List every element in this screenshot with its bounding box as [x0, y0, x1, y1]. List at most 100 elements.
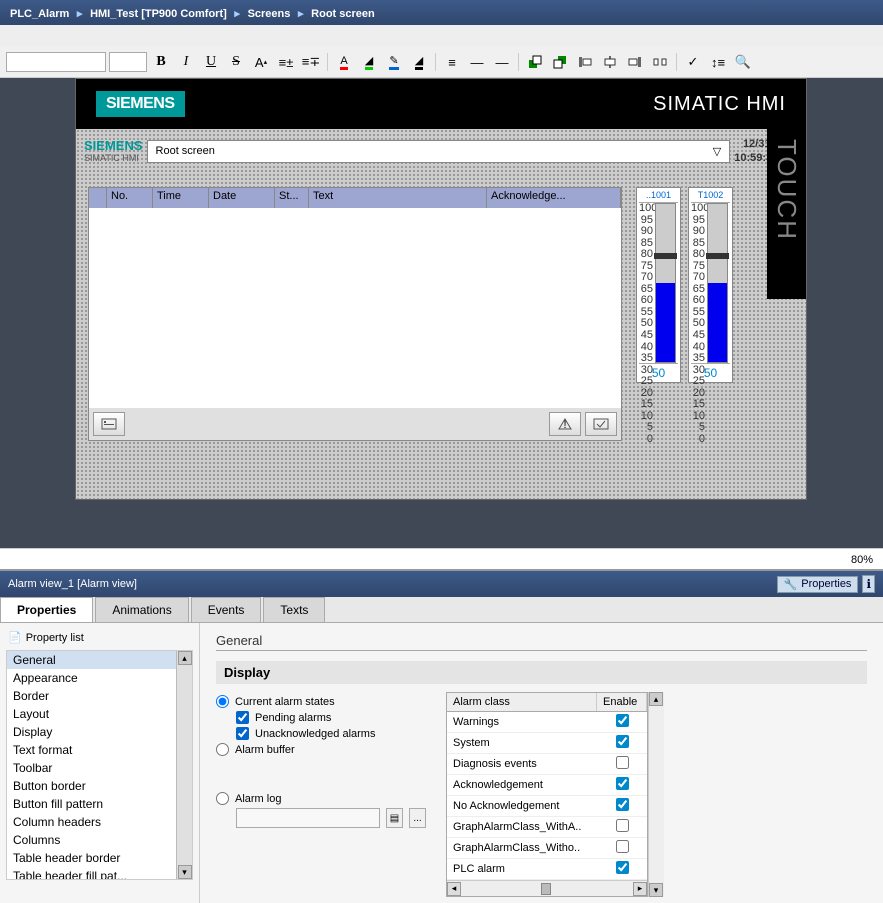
property-list-item[interactable]: Text format: [7, 741, 192, 759]
bold-button[interactable]: B: [150, 51, 172, 73]
alarm-col-no[interactable]: No.: [107, 188, 153, 208]
align-button[interactable]: ≡: [441, 51, 463, 73]
align-center-button[interactable]: [599, 51, 621, 73]
alarm-log-browse-button[interactable]: ...: [409, 808, 426, 828]
distribute-button[interactable]: [649, 51, 671, 73]
tab-properties[interactable]: Properties: [0, 597, 93, 622]
tab-texts[interactable]: Texts: [263, 597, 325, 622]
strikethrough-button[interactable]: S: [225, 51, 247, 73]
superscript-button[interactable]: A▴: [250, 51, 272, 73]
alarm-log-input[interactable]: [236, 808, 380, 828]
checkbox-unack[interactable]: Unacknowledged alarms: [236, 727, 426, 740]
property-list-item[interactable]: Table header border: [7, 849, 192, 867]
properties-tab-button[interactable]: 🔧 Properties: [777, 576, 859, 593]
layer-button-2[interactable]: [549, 51, 571, 73]
property-list-item[interactable]: Appearance: [7, 669, 192, 687]
alarm-class-row[interactable]: PLC alarm: [447, 859, 647, 880]
highlight-button[interactable]: ◢: [358, 51, 380, 73]
align-right-button[interactable]: [624, 51, 646, 73]
scroll-right-icon[interactable]: ▸: [633, 882, 647, 896]
alarm-log-list-button[interactable]: ▤: [386, 808, 403, 828]
screen-canvas[interactable]: SIEMENS SIMATIC HMI TOUCH SIEMENS SIMATI…: [0, 78, 883, 548]
radio-log[interactable]: Alarm log: [216, 792, 426, 805]
scroll-down-icon[interactable]: ▾: [649, 883, 663, 897]
scroll-up-icon[interactable]: ▴: [178, 651, 192, 665]
breadcrumb-item[interactable]: Screens: [248, 8, 291, 20]
property-list-item[interactable]: Display: [7, 723, 192, 741]
alarm-col-indicator[interactable]: [89, 188, 107, 208]
alarm-class-checkbox[interactable]: [616, 714, 629, 727]
hmi-screen-body[interactable]: TOUCH SIEMENS SIMATIC HMI Root screen ▽ …: [76, 129, 806, 499]
size-decrease-button[interactable]: ≡∓: [300, 51, 322, 73]
alarm-class-row[interactable]: Warnings: [447, 712, 647, 733]
radio-buffer-input[interactable]: [216, 743, 229, 756]
alarm-info-button[interactable]: [93, 412, 125, 436]
align-left-button[interactable]: [574, 51, 596, 73]
alarm-col-status[interactable]: St...: [275, 188, 309, 208]
line-color-button[interactable]: ◢: [408, 51, 430, 73]
alarm-col-time[interactable]: Time: [153, 188, 209, 208]
property-list-item[interactable]: Column headers: [7, 813, 192, 831]
screen-dropdown[interactable]: Root screen ▽: [147, 140, 731, 163]
radio-current-states[interactable]: Current alarm states: [216, 695, 426, 708]
scroll-up-icon[interactable]: ▴: [649, 692, 663, 706]
alarm-class-checkbox[interactable]: [616, 777, 629, 790]
alarm-col-text[interactable]: Text: [309, 188, 487, 208]
property-list-item[interactable]: Toolbar: [7, 759, 192, 777]
checkbox-unack-input[interactable]: [236, 727, 249, 740]
gauge-widget[interactable]: T1002 1009590858075706560555045403530252…: [688, 187, 733, 383]
property-list-item[interactable]: Button fill pattern: [7, 795, 192, 813]
alarm-class-checkbox[interactable]: [616, 756, 629, 769]
font-color-button[interactable]: A: [333, 51, 355, 73]
radio-buffer[interactable]: Alarm buffer: [216, 743, 426, 756]
alarm-class-vscrollbar[interactable]: ▴ ▾: [648, 692, 664, 897]
property-list-item[interactable]: Columns: [7, 831, 192, 849]
alarm-class-row[interactable]: Diagnosis events: [447, 754, 647, 775]
scroll-left-icon[interactable]: ◂: [447, 882, 461, 896]
fill-button[interactable]: ✎: [383, 51, 405, 73]
breadcrumb-item[interactable]: Root screen: [311, 8, 375, 20]
alarm-class-hscrollbar[interactable]: ◂ ▸: [447, 880, 647, 896]
alarm-class-row[interactable]: System: [447, 733, 647, 754]
zoom-button[interactable]: 🔍: [732, 51, 754, 73]
property-list-item[interactable]: Layout: [7, 705, 192, 723]
alarm-class-col-header[interactable]: Alarm class: [447, 693, 597, 711]
alarm-class-checkbox[interactable]: [616, 840, 629, 853]
radio-log-input[interactable]: [216, 792, 229, 805]
property-list-header[interactable]: 📄 Property list: [6, 629, 193, 646]
alarm-class-checkbox[interactable]: [616, 798, 629, 811]
tool-button-2[interactable]: ↕≡: [707, 51, 729, 73]
alarm-class-checkbox[interactable]: [616, 819, 629, 832]
font-size-select[interactable]: [109, 52, 147, 72]
underline-button[interactable]: U: [200, 51, 222, 73]
enable-col-header[interactable]: Enable: [597, 693, 647, 711]
tab-events[interactable]: Events: [191, 597, 262, 622]
checkbox-pending[interactable]: Pending alarms: [236, 711, 426, 724]
italic-button[interactable]: I: [175, 51, 197, 73]
size-increase-button[interactable]: ≡±: [275, 51, 297, 73]
property-list-scrollbar[interactable]: ▴ ▾: [176, 651, 192, 879]
alarm-col-ack[interactable]: Acknowledge...: [487, 188, 621, 208]
alarm-col-date[interactable]: Date: [209, 188, 275, 208]
alarm-warning-button[interactable]: !: [549, 412, 581, 436]
gauge-widget[interactable]: ..1001 100959085807570656055504540353025…: [636, 187, 681, 383]
property-list-item[interactable]: Border: [7, 687, 192, 705]
alarm-class-checkbox[interactable]: [616, 735, 629, 748]
alarm-class-row[interactable]: GraphAlarmClass_Witho..: [447, 838, 647, 859]
alarm-view-object[interactable]: No. Time Date St... Text Acknowledge... …: [88, 187, 622, 441]
property-list-item[interactable]: Table header fill pat...: [7, 867, 192, 880]
outdent-button[interactable]: —: [491, 51, 513, 73]
radio-current-input[interactable]: [216, 695, 229, 708]
alarm-class-row[interactable]: Acknowledgement: [447, 775, 647, 796]
font-family-select[interactable]: [6, 52, 106, 72]
property-list-item[interactable]: Button border: [7, 777, 192, 795]
property-list-item[interactable]: General: [7, 651, 192, 669]
scroll-down-icon[interactable]: ▾: [178, 865, 192, 879]
breadcrumb-item[interactable]: PLC_Alarm: [10, 8, 69, 20]
tab-animations[interactable]: Animations: [95, 597, 188, 622]
valign-button[interactable]: —: [466, 51, 488, 73]
layer-button[interactable]: [524, 51, 546, 73]
zoom-value[interactable]: 80%: [851, 554, 873, 566]
alarm-class-checkbox[interactable]: [616, 861, 629, 874]
breadcrumb-item[interactable]: HMI_Test [TP900 Comfort]: [90, 8, 227, 20]
